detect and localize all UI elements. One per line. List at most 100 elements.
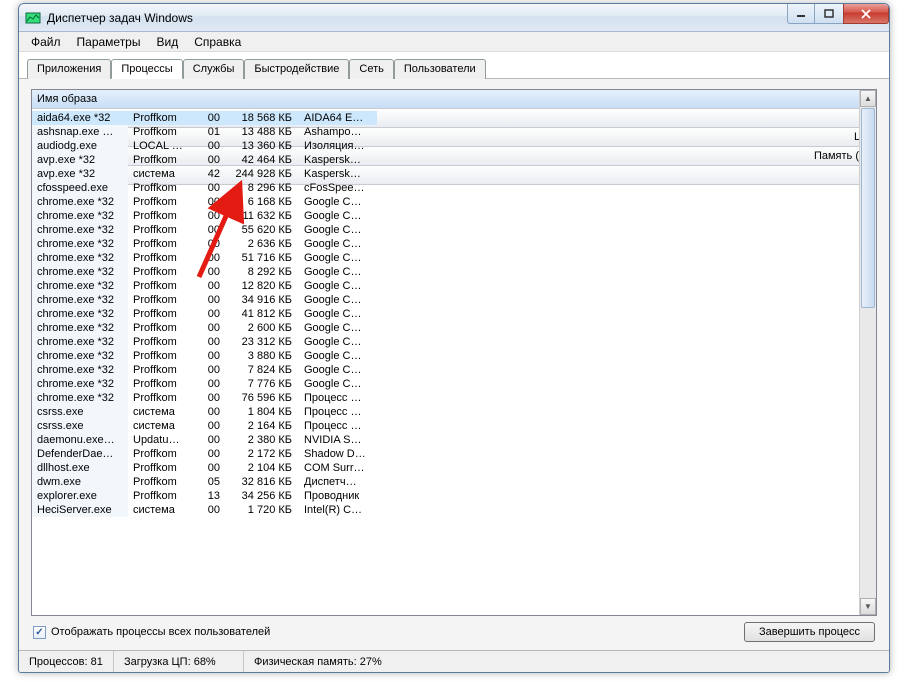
table-cell[interactable]: Proffkom [128,335,191,349]
vertical-scrollbar[interactable]: ▲ ▼ [859,90,876,615]
table-cell[interactable]: 12 820 КБ [227,279,299,293]
table-cell[interactable]: 76 596 КБ [227,391,299,405]
table-cell[interactable]: 2 636 КБ [227,237,299,251]
table-cell[interactable]: cFosSpee… [299,181,377,195]
table-cell[interactable]: 00 [191,405,227,419]
table-cell[interactable]: 2 164 КБ [227,419,299,433]
table-cell[interactable]: 18 568 КБ [227,111,299,125]
table-cell[interactable]: chrome.exe *32 [32,195,128,209]
table-cell[interactable]: HeciServer.exe [32,503,128,517]
table-cell[interactable]: 00 [191,279,227,293]
table-cell[interactable]: chrome.exe *32 [32,293,128,307]
table-cell[interactable]: 00 [191,209,227,223]
table-cell[interactable]: 2 380 КБ [227,433,299,447]
table-cell[interactable]: Proffkom [128,223,191,237]
table-cell[interactable]: Google C… [299,293,377,307]
table-cell[interactable]: Google C… [299,279,377,293]
table-cell[interactable]: 3 880 КБ [227,349,299,363]
table-cell[interactable]: chrome.exe *32 [32,307,128,321]
tab-users[interactable]: Пользователи [394,59,486,79]
table-cell[interactable]: 34 256 КБ [227,489,299,503]
table-cell[interactable]: 6 168 КБ [227,195,299,209]
table-cell[interactable]: Proffkom [128,153,191,167]
table-cell[interactable]: chrome.exe *32 [32,349,128,363]
table-cell[interactable]: Google C… [299,321,377,335]
table-cell[interactable]: 00 [191,195,227,209]
tab-processes[interactable]: Процессы [111,59,182,79]
table-cell[interactable]: Proffkom [128,209,191,223]
tab-services[interactable]: Службы [183,59,245,79]
table-cell[interactable]: 13 488 КБ [227,125,299,139]
table-cell[interactable]: dwm.exe [32,475,128,489]
table-cell[interactable]: 00 [191,503,227,517]
table-cell[interactable]: Proffkom [128,489,191,503]
table-cell[interactable]: система [128,503,191,517]
scroll-up-button[interactable]: ▲ [860,90,876,107]
table-cell[interactable]: 34 916 КБ [227,293,299,307]
table-cell[interactable]: Google C… [299,363,377,377]
table-cell[interactable]: aida64.exe *32 [32,111,128,125]
table-cell[interactable]: COM Surr… [299,461,377,475]
table-cell[interactable]: daemonu.exe… [32,433,128,447]
table-cell[interactable]: NVIDIA S… [299,433,377,447]
table-cell[interactable]: 41 812 КБ [227,307,299,321]
table-cell[interactable]: 00 [191,447,227,461]
table-cell[interactable]: chrome.exe *32 [32,377,128,391]
table-cell[interactable]: Ashampo… [299,125,377,139]
table-cell[interactable]: 00 [191,293,227,307]
table-cell[interactable]: Google C… [299,307,377,321]
table-cell[interactable]: dllhost.exe [32,461,128,475]
table-cell[interactable]: Proffkom [128,111,191,125]
table-cell[interactable]: Proffkom [128,181,191,195]
table-cell[interactable]: Proffkom [128,125,191,139]
table-cell[interactable]: Процесс … [299,391,377,405]
close-button[interactable] [843,4,889,24]
table-cell[interactable]: Google C… [299,265,377,279]
table-cell[interactable]: Google C… [299,349,377,363]
table-cell[interactable]: Proffkom [128,461,191,475]
table-cell[interactable]: chrome.exe *32 [32,265,128,279]
table-cell[interactable]: Intel(R) C… [299,503,377,517]
table-cell[interactable]: 01 [191,125,227,139]
table-cell[interactable]: 2 172 КБ [227,447,299,461]
table-cell[interactable]: Kaspersk… [299,167,377,181]
table-cell[interactable]: Google C… [299,335,377,349]
table-cell[interactable]: explorer.exe [32,489,128,503]
table-cell[interactable]: chrome.exe *32 [32,363,128,377]
table-cell[interactable]: Updatu… [128,433,191,447]
table-cell[interactable]: chrome.exe *32 [32,251,128,265]
table-cell[interactable]: avp.exe *32 [32,153,128,167]
table-cell[interactable]: 7 776 КБ [227,377,299,391]
table-cell[interactable]: ashsnap.exe … [32,125,128,139]
table-cell[interactable]: 244 928 КБ [227,167,299,181]
tab-applications[interactable]: Приложения [27,59,111,79]
table-cell[interactable]: 2 104 КБ [227,461,299,475]
table-cell[interactable]: 00 [191,461,227,475]
table-cell[interactable]: chrome.exe *32 [32,335,128,349]
table-cell[interactable]: Proffkom [128,265,191,279]
table-cell[interactable]: chrome.exe *32 [32,321,128,335]
table-cell[interactable]: система [128,405,191,419]
table-cell[interactable]: chrome.exe *32 [32,279,128,293]
table-cell[interactable]: 00 [191,139,227,153]
table-cell[interactable]: 8 292 КБ [227,265,299,279]
table-cell[interactable]: 42 464 КБ [227,153,299,167]
table-cell[interactable]: Kaspersk… [299,153,377,167]
show-all-users-checkbox[interactable]: ✓ Отображать процессы всех пользователей [33,626,736,639]
table-cell[interactable]: 00 [191,363,227,377]
table-cell[interactable]: audiodg.exe [32,139,128,153]
table-cell[interactable]: 2 600 КБ [227,321,299,335]
table-cell[interactable]: 00 [191,181,227,195]
table-cell[interactable]: DefenderDae… [32,447,128,461]
table-cell[interactable]: 00 [191,223,227,237]
table-cell[interactable]: 00 [191,111,227,125]
table-cell[interactable]: Google C… [299,377,377,391]
table-cell[interactable]: 00 [191,377,227,391]
table-cell[interactable]: 00 [191,307,227,321]
table-cell[interactable]: 55 620 КБ [227,223,299,237]
table-cell[interactable]: Google C… [299,209,377,223]
table-cell[interactable]: 00 [191,335,227,349]
menu-file[interactable]: Файл [23,33,69,51]
table-cell[interactable]: Shadow D… [299,447,377,461]
table-cell[interactable]: 8 296 КБ [227,181,299,195]
